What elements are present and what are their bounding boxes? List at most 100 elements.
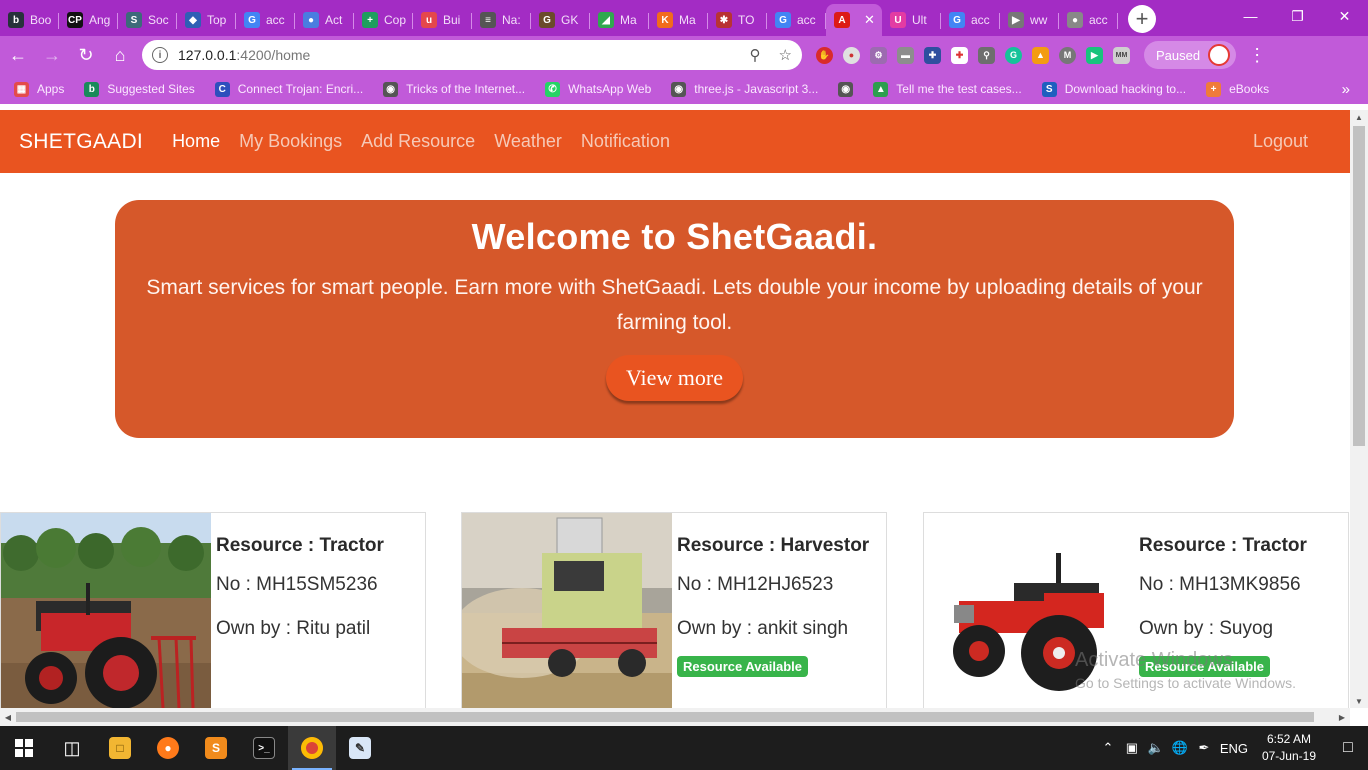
extension-icon[interactable]: ●: [843, 46, 860, 64]
extension-icon[interactable]: ⚙: [870, 46, 887, 64]
bookmark-item[interactable]: S Download hacking to...: [1041, 81, 1186, 97]
browser-tab[interactable]: CP Ang: [59, 4, 118, 36]
clock[interactable]: 6:52 AM 07-Jun-19: [1262, 731, 1316, 765]
browser-tab[interactable]: Gacc: [941, 4, 1000, 36]
start-button[interactable]: [0, 726, 48, 770]
bookmark-item[interactable]: ▲ Tell me the test cases...: [873, 81, 1022, 97]
nav-notification[interactable]: Notification: [581, 131, 670, 152]
bookmark-item[interactable]: ▦ Apps: [14, 81, 64, 97]
back-icon[interactable]: ←: [2, 39, 34, 71]
language-indicator[interactable]: ENG: [1216, 741, 1252, 756]
extension-icon[interactable]: ▲: [1032, 46, 1049, 64]
nav-weather[interactable]: Weather: [494, 131, 562, 152]
battery-icon[interactable]: ▣: [1120, 740, 1144, 756]
zoom-icon[interactable]: ⚲: [750, 46, 761, 64]
browser-tab[interactable]: Gacc: [767, 4, 826, 36]
extension-icon[interactable]: ✚: [951, 46, 968, 64]
resource-card[interactable]: Resource : Tractor No : MH15SM5236 Own b…: [0, 512, 426, 722]
nav-home[interactable]: Home: [172, 131, 220, 152]
browser-tab[interactable]: G GK: [531, 4, 590, 36]
pen-icon[interactable]: ✒: [1192, 740, 1216, 756]
resource-card[interactable]: Resource : Harvestor No : MH12HJ6523 Own…: [461, 512, 887, 722]
page-viewport: SHETGAADI Home My Bookings Add Resource …: [0, 104, 1368, 726]
resource-owner: Own by : Suyog: [1139, 618, 1274, 639]
tab-label: acc: [971, 13, 990, 27]
menu-icon[interactable]: ⋮: [1248, 45, 1266, 66]
extension-icon[interactable]: ✚: [924, 46, 941, 64]
scroll-right-icon[interactable]: ▶: [1334, 708, 1350, 726]
nav-add-resource[interactable]: Add Resource: [361, 131, 475, 152]
browser-tab[interactable]: ✱ TO: [708, 4, 767, 36]
close-icon[interactable]: ✕: [1321, 0, 1368, 32]
adblock-extension-icon[interactable]: ✋: [816, 46, 833, 64]
file-explorer-icon[interactable]: □: [96, 726, 144, 770]
extension-icon[interactable]: MM: [1113, 46, 1130, 64]
bookmark-favicon-icon: ◉: [838, 81, 854, 97]
maximize-icon[interactable]: ❐: [1274, 0, 1321, 32]
firefox-icon[interactable]: ●: [144, 726, 192, 770]
extension-icon[interactable]: M: [1059, 46, 1076, 64]
bookmark-label: Suggested Sites: [107, 82, 195, 96]
browser-tab[interactable]: u Bui: [413, 4, 472, 36]
logout-link[interactable]: Logout: [1253, 131, 1308, 152]
chrome-icon[interactable]: [288, 726, 336, 770]
volume-icon[interactable]: 🔈: [1144, 740, 1168, 756]
browser-tab[interactable]: S Soc: [118, 4, 177, 36]
bookmark-item[interactable]: + eBooks: [1206, 81, 1269, 97]
tab-label: Boo: [30, 13, 52, 27]
bookmark-item[interactable]: C Connect Trojan: Encri...: [214, 81, 363, 97]
brand-logo[interactable]: SHETGAADI: [19, 130, 143, 154]
bookmark-item[interactable]: b Suggested Sites: [84, 81, 195, 97]
grammarly-icon[interactable]: G: [1005, 46, 1022, 64]
scroll-left-icon[interactable]: ◀: [0, 708, 16, 726]
paint-icon[interactable]: ✎: [336, 726, 384, 770]
bookmarks-overflow-icon[interactable]: »: [1342, 81, 1350, 98]
scrollbar-thumb[interactable]: [1353, 126, 1365, 446]
address-bar[interactable]: i 127.0.0.1:4200/home ⚲ ☆: [142, 40, 802, 70]
tab-close-icon[interactable]: ✕: [864, 12, 875, 28]
browser-tab[interactable]: + Cop: [354, 4, 413, 36]
tab-favicon-icon: ≡: [480, 12, 496, 28]
task-view-icon[interactable]: ◫: [48, 726, 96, 770]
browser-tab[interactable]: ● Act: [295, 4, 354, 36]
scroll-down-icon[interactable]: ▼: [1350, 694, 1368, 708]
browser-tab[interactable]: ● acc: [1059, 4, 1118, 36]
scrollbar-thumb[interactable]: [16, 712, 1314, 722]
browser-tab[interactable]: ▶ ww: [1000, 4, 1059, 36]
tab-favicon-icon: ◆: [185, 12, 201, 28]
browser-tab[interactable]: ◢ Ma: [590, 4, 649, 36]
browser-tab[interactable]: K Ma: [649, 4, 708, 36]
view-more-button[interactable]: View more: [605, 355, 744, 401]
site-info-icon[interactable]: i: [152, 47, 168, 63]
browser-tab[interactable]: b Boo: [0, 4, 59, 36]
notification-center-icon[interactable]: □: [1328, 739, 1368, 757]
browser-tab[interactable]: U Ult: [882, 4, 941, 36]
extension-icon[interactable]: ▶: [1086, 46, 1103, 64]
sublime-text-icon[interactable]: S: [192, 726, 240, 770]
bookmark-star-icon[interactable]: ☆: [779, 46, 792, 64]
minimize-icon[interactable]: —: [1227, 0, 1274, 32]
bookmark-item[interactable]: ◉ three.js - Javascript 3...: [671, 81, 819, 97]
bookmark-item[interactable]: ◉: [838, 81, 854, 97]
horizontal-scrollbar[interactable]: ◀ ▶: [0, 708, 1350, 726]
bookmark-item[interactable]: ✆ WhatsApp Web: [545, 81, 651, 97]
new-tab-button[interactable]: +: [1128, 5, 1156, 33]
network-icon[interactable]: 🌐: [1168, 740, 1192, 756]
chevron-up-icon[interactable]: ⌃: [1096, 740, 1120, 756]
profile-button[interactable]: Paused: [1144, 41, 1237, 69]
extension-icon[interactable]: ⚲: [978, 46, 995, 64]
browser-tab[interactable]: Gacc: [236, 4, 295, 36]
nav-my-bookings[interactable]: My Bookings: [239, 131, 342, 152]
home-icon[interactable]: ⌂: [104, 39, 136, 71]
browser-tab[interactable]: ◆ Top: [177, 4, 236, 36]
reload-icon[interactable]: ↻: [70, 39, 102, 71]
bookmark-item[interactable]: ◉ Tricks of the Internet...: [383, 81, 525, 97]
bookmark-label: three.js - Javascript 3...: [694, 82, 819, 96]
vertical-scrollbar[interactable]: ▲ ▼: [1350, 110, 1368, 708]
scroll-up-icon[interactable]: ▲: [1350, 110, 1368, 124]
forward-icon[interactable]: →: [36, 39, 68, 71]
browser-tab[interactable]: A ✕: [826, 4, 882, 36]
terminal-icon[interactable]: >_: [240, 726, 288, 770]
browser-tab[interactable]: ≡ Na:: [472, 4, 531, 36]
extension-icon[interactable]: ▬: [897, 46, 914, 64]
